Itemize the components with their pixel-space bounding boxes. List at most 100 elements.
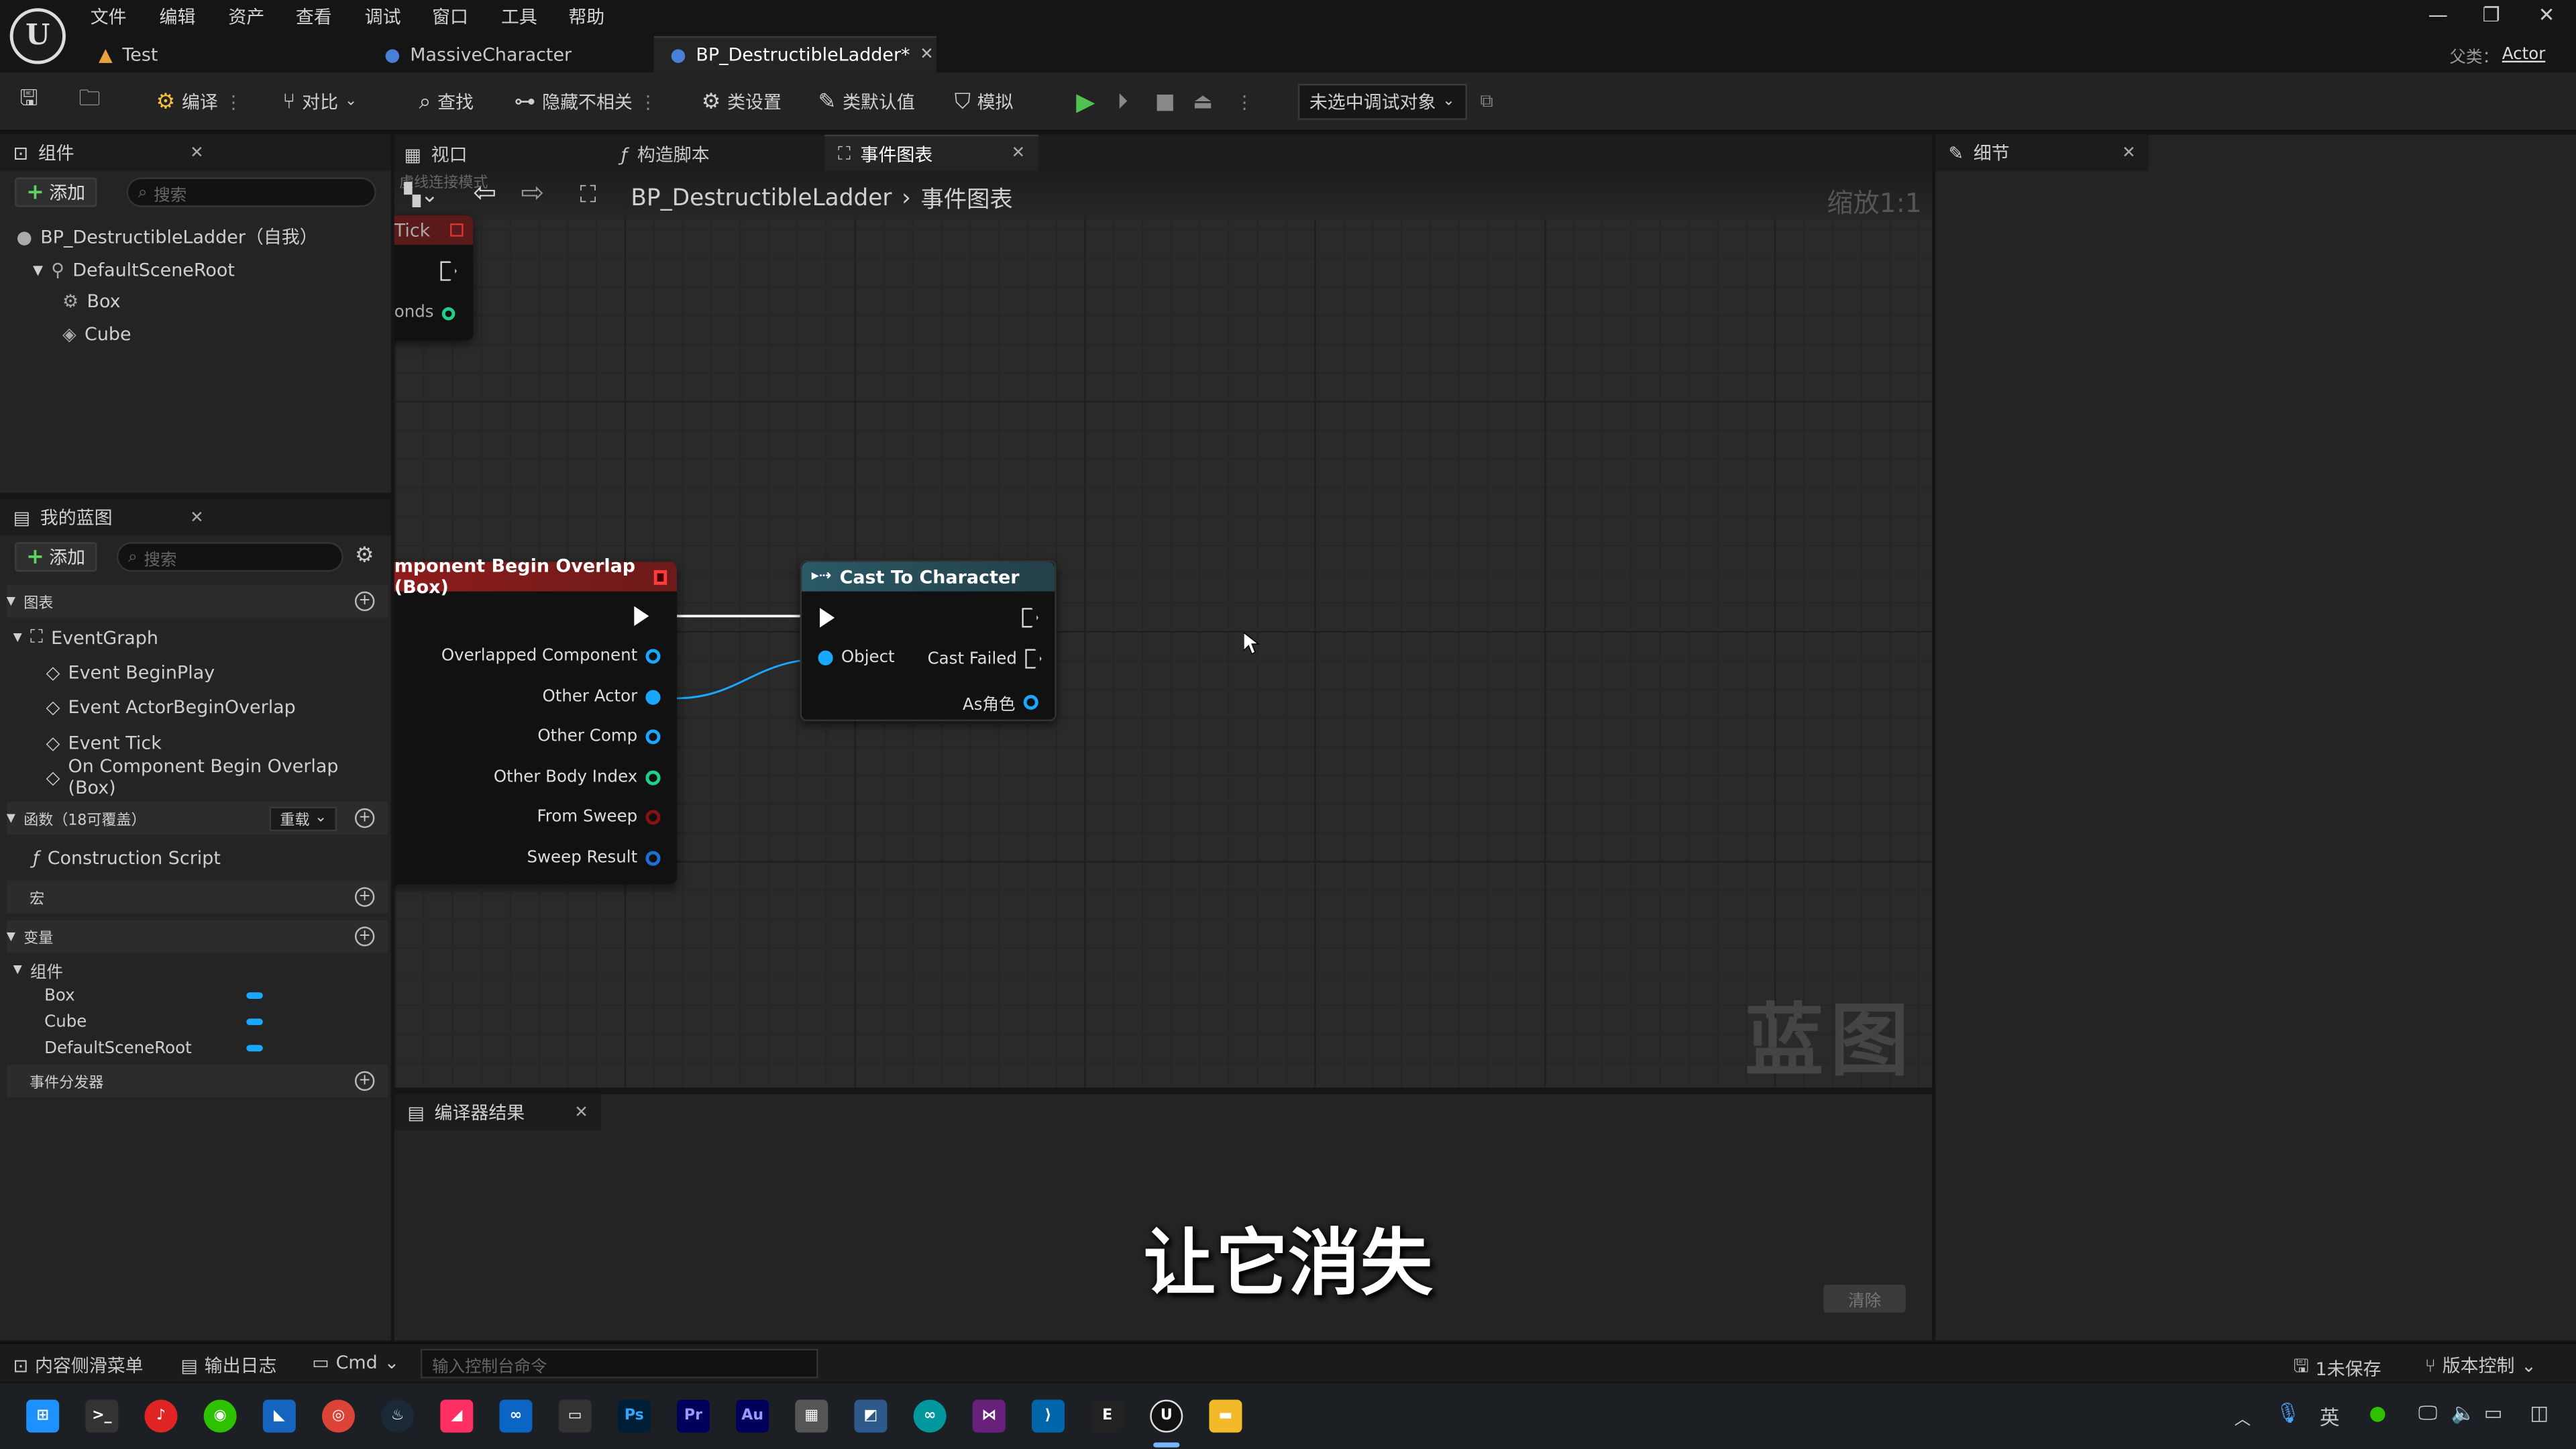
exec-out-pin[interactable] [1022,608,1038,628]
macros-category[interactable]: 宏 + [6,880,388,914]
doc-tab-bp-destructibleladder[interactable]: ● BP_DestructibleLadder* ✕ [653,36,936,72]
browse-icon[interactable]: 🗀 [79,85,101,118]
step-icon[interactable]: ⏵ [1117,85,1128,118]
override-dropdown[interactable]: 重载 ⌄ [270,806,337,830]
windows-start-icon[interactable]: ⊞ [26,1399,60,1433]
volume-icon[interactable]: 🔈 [2451,1401,2476,1424]
event-component-begin-overlap-item[interactable]: ◇ On Component Begin Overlap (Box) [46,756,391,799]
parent-class-value[interactable]: Actor [2502,46,2545,64]
notification-icon[interactable]: ◫ [2530,1401,2548,1424]
menu-tools[interactable]: 工具 [501,3,537,30]
green-tray-icon[interactable]: ● [2369,1401,2386,1424]
object-pin[interactable] [645,729,661,745]
premiere-icon[interactable]: Pr [676,1399,710,1433]
gear-icon[interactable]: ⚙ [355,544,374,569]
hide-unrelated-button[interactable]: ⊶ 隐藏不相关 ⋮ [515,85,657,118]
close-icon[interactable]: ✕ [574,1104,588,1122]
object-pin[interactable] [1023,694,1038,710]
class-settings-button[interactable]: ⚙ 类设置 [702,85,782,118]
event-graph-canvas[interactable]: 虚线连接模式 ▚⌄ ⇦ ⇨ ⛶ BP_DestructibleLadder › … [394,170,1933,1088]
components-subcategory[interactable]: ▼ 组件 [13,955,63,984]
close-icon[interactable]: ✕ [190,144,204,162]
graphs-category[interactable]: ▼ 图表 + [6,584,388,618]
unreal-engine-icon[interactable]: U [1150,1399,1183,1433]
arduino-icon[interactable]: ∞ [913,1399,947,1433]
add-component-button[interactable]: + 添加 [15,177,97,207]
struct-pin[interactable] [645,851,661,866]
play-icon[interactable]: ▶ [1076,85,1095,118]
event-actorbeginoverlap-item[interactable]: ◇ Event ActorBeginOverlap [46,692,296,721]
epic-games-icon[interactable]: E [1091,1399,1124,1433]
object-pin[interactable] [645,649,661,664]
audition-icon[interactable]: Au [736,1399,769,1433]
tab-event-graph[interactable]: ⛶ 事件图表 ✕ [824,134,1038,171]
close-icon[interactable]: ✕ [920,46,934,64]
diff-button[interactable]: ⑂ 对比 ⌄ [282,85,357,118]
steam-icon[interactable]: ♨ [381,1399,415,1433]
cmd-dropdown[interactable]: ▭ Cmd ⌄ [312,1352,399,1374]
construction-script-item[interactable]: ƒ Construction Script [33,843,221,872]
add-graph-icon[interactable]: + [354,591,375,612]
chevron-up-icon[interactable]: ︿ [2235,1405,2251,1430]
more-options-icon[interactable]: ⋮ [225,91,243,113]
stop-icon[interactable]: ■ [1155,85,1175,118]
meta-icon[interactable]: ∞ [499,1399,533,1433]
visual-studio-icon[interactable]: ⋈ [972,1399,1006,1433]
variable-cube[interactable]: Cube [44,1007,87,1036]
more-options-icon[interactable]: ⋮ [1236,85,1254,118]
close-icon[interactable]: ✕ [1012,145,1026,163]
close-window-icon[interactable]: ✕ [2538,3,2555,26]
more-options-icon[interactable]: ⋮ [639,91,657,113]
event-dispatchers-category[interactable]: 事件分发器 + [6,1064,388,1097]
terminal-icon[interactable]: >_ [85,1399,119,1433]
event-graph-item[interactable]: ▼ ⛶ EventGraph [13,623,158,652]
expand-arrow-icon[interactable]: ▼ [33,262,43,277]
component-root[interactable]: ● BP_DestructibleLadder（自我） [16,222,317,252]
add-macro-icon[interactable]: + [354,887,375,907]
menu-asset[interactable]: 资产 [228,3,264,30]
network-icon[interactable]: 🖵 [2418,1401,2437,1426]
close-icon[interactable]: ✕ [190,508,204,527]
exec-out-pin[interactable] [1025,649,1042,669]
bool-pin[interactable] [645,810,661,825]
add-variable-icon[interactable]: + [354,926,375,947]
compile-button[interactable]: ⚙ 编译 ⋮ [156,85,243,118]
doc-tab-test[interactable]: ▲ Test [82,36,361,72]
doc-tab-massivecharacter[interactable]: ● MassiveCharacter [368,36,647,72]
add-member-button[interactable]: + 添加 [15,542,97,572]
debug-filter-icon[interactable]: ⧉ [1481,85,1493,118]
console-command-input[interactable]: 输入控制台命令 [420,1348,818,1379]
chrome-icon[interactable]: ◎ [322,1399,355,1433]
source-control-button[interactable]: ⑂ 版本控制 ⌄ [2425,1352,2536,1379]
int-pin[interactable] [645,770,661,786]
component-defaultsceneroot[interactable]: ▼ ⚲ DefaultSceneRoot [33,255,235,284]
component-cube[interactable]: ◈ Cube [62,319,131,348]
variable-box[interactable]: Box [44,981,75,1010]
sql-app-icon[interactable]: ◩ [854,1399,888,1433]
object-pin[interactable] [818,650,833,665]
menu-help[interactable]: 帮助 [568,3,604,30]
component-begin-overlap-node[interactable]: mponent Begin Overlap (Box) Overlapped C… [394,555,677,884]
variable-defaultsceneroot[interactable]: DefaultSceneRoot [44,1033,192,1063]
object-pin[interactable] [645,690,661,705]
my-blueprint-search-input[interactable]: ⌕ 搜索 [116,542,343,572]
netease-music-icon[interactable]: ♪ [144,1399,178,1433]
add-function-icon[interactable]: + [354,808,375,828]
menu-window[interactable]: 窗口 [432,3,468,30]
save-icon[interactable]: 🖫 [19,85,38,118]
battery-icon[interactable]: ▭ [2484,1401,2503,1424]
unreal-logo-icon[interactable]: U [9,8,66,64]
media-app-icon[interactable]: ◢ [440,1399,474,1433]
add-dispatcher-icon[interactable]: + [354,1071,375,1091]
event-tick-item[interactable]: ◇ Event Tick [46,728,162,757]
menu-file[interactable]: 文件 [91,3,127,30]
wechat-icon[interactable]: ◉ [203,1399,237,1433]
simulate-button[interactable]: ⛉ 模拟 [955,85,1014,118]
restore-icon[interactable]: ❐ [2482,3,2500,26]
menu-edit[interactable]: 编辑 [160,3,196,30]
components-search-input[interactable]: ⌕ 搜索 [126,177,376,207]
bird-app-icon[interactable]: ◣ [262,1399,296,1433]
menu-debug[interactable]: 调试 [365,3,401,30]
output-log-button[interactable]: ▤ 输出日志 [180,1352,276,1379]
exec-out-pin[interactable] [634,606,649,627]
